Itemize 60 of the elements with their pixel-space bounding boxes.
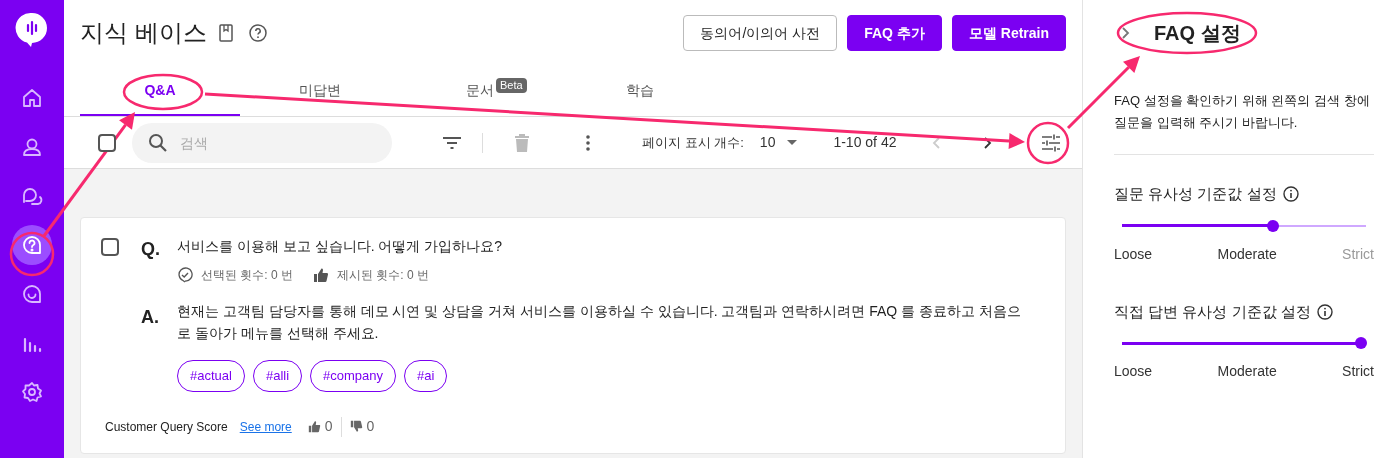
dislike-count: 0 bbox=[366, 417, 375, 436]
panel-title: FAQ 설정 bbox=[1154, 21, 1241, 46]
tab[interactable]: 문서 Beta bbox=[400, 66, 560, 116]
home-icon bbox=[20, 86, 44, 110]
check-bubble-icon bbox=[177, 267, 193, 283]
beta-badge: Beta bbox=[496, 77, 527, 93]
score-label: Customer Query Score bbox=[105, 418, 228, 436]
help-icon bbox=[20, 233, 44, 257]
book-icon bbox=[218, 24, 233, 42]
previous-page-icon[interactable] bbox=[932, 136, 941, 149]
page-title: 지식 베이스 bbox=[80, 18, 207, 48]
chevron-right-icon[interactable] bbox=[1122, 27, 1130, 39]
tab[interactable]: Q&A bbox=[80, 66, 240, 116]
question-text: 서비스를 이용해 보고 싶습니다. 어떻게 가입하나요? bbox=[177, 237, 504, 256]
tab[interactable]: 학습 bbox=[560, 66, 720, 116]
help-icon[interactable] bbox=[248, 24, 267, 42]
slider-mark-label: Strict bbox=[1342, 244, 1374, 264]
info-icon bbox=[1282, 186, 1299, 203]
thumbs-up-icon bbox=[313, 267, 329, 283]
caret-icon bbox=[787, 140, 798, 145]
more-icon[interactable] bbox=[586, 134, 590, 151]
highlight-circle bbox=[9, 231, 55, 277]
panel-description: FAQ 설정을 확인하기 위해 왼쪽의 검색 창에 질문을 입력해 주시기 바랍니다. bbox=[1114, 90, 1374, 155]
selected-count: 선택된 횟수: 0 번 bbox=[201, 267, 293, 284]
search-icon bbox=[148, 132, 168, 153]
tab[interactable]: 미답변 bbox=[240, 66, 400, 116]
page-range: 1-10 of 42 bbox=[833, 133, 897, 152]
page-size-select[interactable]: 10 bbox=[759, 132, 798, 153]
slider-mark-label: Moderate bbox=[1217, 244, 1277, 264]
like-count: 0 bbox=[324, 417, 333, 436]
sliders-icon[interactable] bbox=[1041, 133, 1061, 152]
next-page-icon[interactable] bbox=[984, 136, 993, 149]
filter-icon[interactable] bbox=[442, 135, 462, 150]
slider-label: 직접 답변 유사성 기준값 설정 bbox=[1114, 301, 1311, 322]
slider-mark-label: Moderate bbox=[1217, 362, 1277, 381]
chat-icon bbox=[20, 282, 44, 306]
slider-mark-label: Loose bbox=[1114, 362, 1153, 381]
page-size-label: 페이지 표시 개수: bbox=[642, 133, 744, 152]
settings-icon bbox=[20, 380, 44, 404]
suggested-count: 제시된 횟수: 0 번 bbox=[337, 267, 430, 284]
answer-mark: A. bbox=[141, 306, 160, 329]
search-field[interactable]: 검색 bbox=[132, 122, 392, 163]
checkbox[interactable] bbox=[101, 238, 119, 256]
header-button[interactable]: 동의어/이의어 사전 bbox=[683, 15, 838, 51]
logo-icon bbox=[15, 12, 49, 48]
header-button[interactable]: 모델 Retrain bbox=[951, 15, 1066, 51]
info-icon bbox=[1316, 303, 1333, 320]
slider-mark-label: Loose bbox=[1114, 244, 1153, 264]
thumbs-up-icon[interactable] bbox=[307, 420, 321, 433]
slider-mark-label: Strict bbox=[1342, 362, 1374, 381]
see-more-link[interactable]: See more bbox=[239, 417, 292, 436]
slider-thumb[interactable] bbox=[1267, 219, 1280, 232]
slider-thumb[interactable] bbox=[1355, 337, 1368, 349]
slider-label: 질문 유사성 기준값 설정 bbox=[1114, 184, 1277, 204]
header-button[interactable]: FAQ 추가 bbox=[847, 15, 942, 51]
question-mark: Q. bbox=[141, 238, 161, 261]
answer-text: 현재는 고객팀 담당자를 통해 데모 시연 및 상담을 거쳐 서비스를 이용하실 수 있습니다. 고객팀과 연락하시려면 FAQ 를 종료하고 처음으로 돌아가 메뉴를 선택해 주세요. bbox=[177, 302, 1022, 343]
thumbs-down-icon[interactable] bbox=[349, 420, 363, 433]
checkbox[interactable] bbox=[98, 133, 116, 152]
highlight-circle bbox=[1026, 121, 1070, 165]
